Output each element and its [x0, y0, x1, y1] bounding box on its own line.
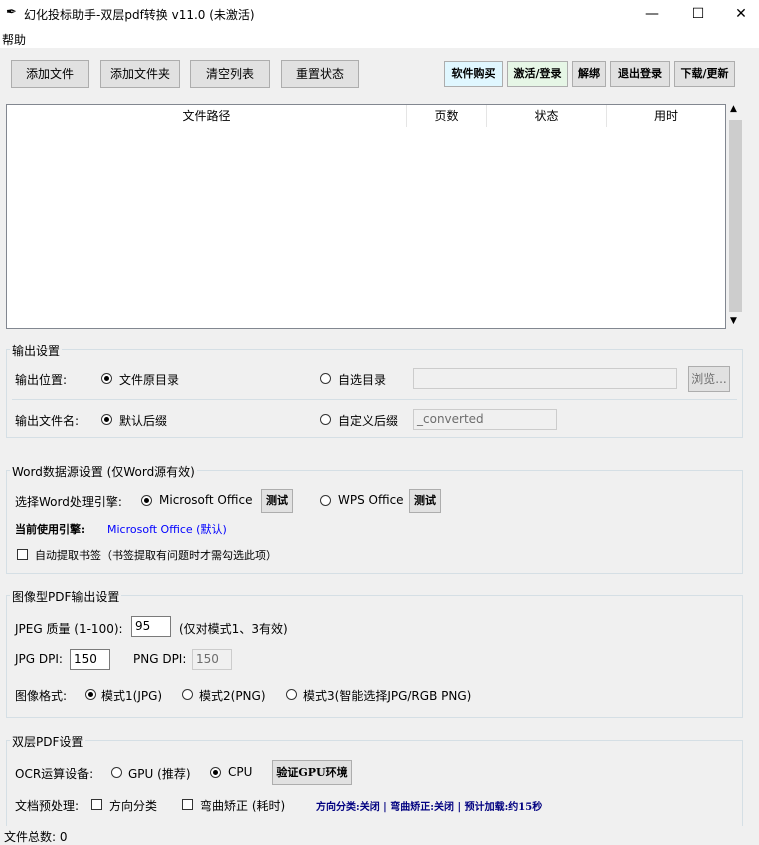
verify-gpu-button[interactable]: 验证GPU环境 [272, 760, 352, 785]
custom-suffix-input[interactable]: _converted [413, 409, 557, 430]
output-location-label: 输出位置: [15, 373, 68, 387]
radio-wps-office-label[interactable]: WPS Office [338, 493, 404, 507]
radio-mode1[interactable] [85, 689, 96, 700]
reset-status-button[interactable]: 重置状态 [281, 60, 359, 88]
scrollbar-thumb[interactable] [729, 120, 742, 312]
output-filename-label: 输出文件名: [15, 414, 80, 428]
feather-icon: ✒ [6, 5, 17, 20]
window-title: 幻化投标助手-双层pdf转换 v11.0 (未激活) [24, 8, 255, 22]
image-format-label: 图像格式: [15, 689, 68, 703]
png-dpi-input[interactable]: 150 [192, 649, 232, 670]
radio-ms-office-label[interactable]: Microsoft Office [159, 493, 252, 507]
scroll-up-icon[interactable]: ▲ [730, 104, 737, 114]
buy-button[interactable]: 软件购买 [444, 61, 503, 87]
radio-cpu[interactable] [210, 767, 221, 778]
column-time[interactable]: 用时 [607, 105, 725, 127]
radio-gpu[interactable] [111, 767, 122, 778]
bookmark-checkbox[interactable] [17, 549, 28, 560]
column-file-path[interactable]: 文件路径 [7, 105, 407, 127]
menu-bar [0, 28, 759, 48]
file-count: 文件总数: 0 [4, 830, 68, 844]
dewarp-checkbox[interactable] [182, 799, 193, 810]
orientation-checkbox-label[interactable]: 方向分类 [109, 797, 157, 814]
current-engine-label: 当前使用引擎: [15, 523, 86, 536]
radio-custom-dir-label[interactable]: 自选目录 [338, 371, 386, 388]
radio-mode2-label[interactable]: 模式2(PNG) [199, 687, 266, 704]
bookmark-checkbox-label[interactable]: 自动提取书签（书签提取有问题时才需勾选此项） [35, 547, 277, 563]
logout-button[interactable]: 退出登录 [610, 61, 670, 87]
output-settings-title: 输出设置 [10, 342, 63, 359]
custom-dir-input[interactable] [413, 368, 677, 389]
test-wps-office-button[interactable]: 测试 [409, 489, 441, 513]
scroll-down-icon[interactable]: ▼ [730, 316, 737, 326]
add-file-button[interactable]: 添加文件 [11, 60, 89, 88]
radio-source-dir-label[interactable]: 文件原目录 [119, 371, 179, 388]
radio-mode3[interactable] [286, 689, 297, 700]
minimize-button[interactable]: — [629, 0, 675, 28]
unbind-button[interactable]: 解绑 [572, 61, 606, 87]
jpeg-quality-note: (仅对模式1、3有效) [179, 622, 288, 636]
column-pages[interactable]: 页数 [407, 105, 487, 127]
maximize-button[interactable]: ☐ [675, 0, 721, 28]
radio-default-suffix-label[interactable]: 默认后缀 [119, 412, 167, 429]
output-divider [12, 399, 737, 400]
image-settings-title: 图像型PDF输出设置 [10, 588, 122, 605]
radio-default-suffix[interactable] [101, 414, 112, 425]
radio-source-dir[interactable] [101, 373, 112, 384]
clear-list-button[interactable]: 清空列表 [190, 60, 270, 88]
test-ms-office-button[interactable]: 测试 [261, 489, 293, 513]
radio-gpu-label[interactable]: GPU (推荐) [128, 765, 191, 782]
radio-cpu-label[interactable]: CPU [228, 765, 252, 779]
browse-button[interactable]: 浏览... [688, 366, 730, 392]
radio-wps-office[interactable] [320, 495, 331, 506]
activate-button[interactable]: 激活/登录 [507, 61, 568, 87]
file-table[interactable]: 文件路径 页数 状态 用时 [6, 104, 726, 329]
menu-help[interactable]: 帮助 [2, 31, 26, 48]
radio-custom-suffix-label[interactable]: 自定义后缀 [338, 412, 398, 429]
ocr-device-label: OCR运算设备: [15, 767, 94, 781]
preprocess-summary: 方向分类:关闭 | 弯曲矫正:关闭 | 预计加载:约15秒 [316, 802, 543, 813]
radio-mode3-label[interactable]: 模式3(智能选择JPG/RGB PNG) [303, 687, 471, 704]
radio-mode2[interactable] [182, 689, 193, 700]
radio-custom-dir[interactable] [320, 373, 331, 384]
word-engine-label: 选择Word处理引擎: [15, 495, 122, 509]
orientation-checkbox[interactable] [91, 799, 102, 810]
radio-ms-office[interactable] [141, 495, 152, 506]
radio-mode1-label[interactable]: 模式1(JPG) [101, 687, 162, 704]
current-engine-value: Microsoft Office (默认) [107, 523, 227, 536]
jpg-dpi-input[interactable]: 150 [70, 649, 110, 670]
column-status[interactable]: 状态 [487, 105, 607, 127]
add-folder-button[interactable]: 添加文件夹 [100, 60, 180, 88]
radio-custom-suffix[interactable] [320, 414, 331, 425]
download-update-button[interactable]: 下载/更新 [674, 61, 735, 87]
jpeg-quality-label: JPEG 质量 (1-100): [15, 622, 123, 636]
png-dpi-label: PNG DPI: [133, 652, 187, 666]
close-button[interactable]: ✕ [718, 0, 759, 28]
dewarp-checkbox-label[interactable]: 弯曲矫正 (耗时) [200, 797, 285, 814]
jpg-dpi-label: JPG DPI: [15, 652, 63, 666]
status-bar: 文件总数: 0 [0, 826, 759, 844]
dual-pdf-settings-title: 双层PDF设置 [10, 733, 86, 750]
title-bar: ✒ 幻化投标助手-双层pdf转换 v11.0 (未激活) — ☐ ✕ [0, 0, 759, 28]
jpeg-quality-input[interactable]: 95 [131, 616, 171, 637]
word-settings-title: Word数据源设置 (仅Word源有效) [10, 463, 197, 480]
preprocess-label: 文档预处理: [15, 799, 80, 813]
